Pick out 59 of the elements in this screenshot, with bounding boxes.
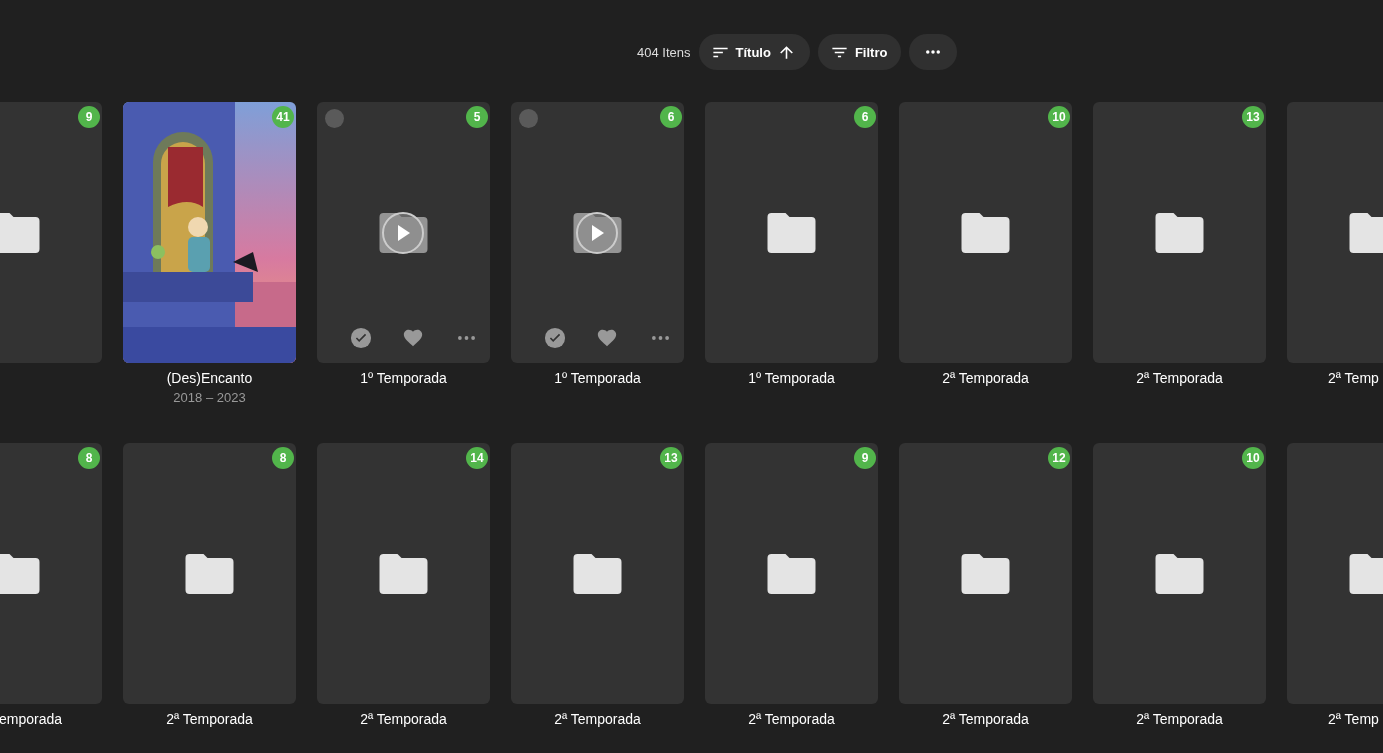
more-icon: [926, 50, 941, 54]
folder-icon: [1349, 212, 1383, 253]
count-badge: 13: [660, 447, 682, 469]
card-title[interactable]: 2ª Temp: [1328, 711, 1379, 727]
count-badge: 9: [854, 447, 876, 469]
more-button[interactable]: [909, 34, 958, 70]
card-title[interactable]: 1º Temporada: [748, 370, 835, 386]
item-count: 404 Itens: [637, 44, 691, 60]
folder-icon: [0, 553, 40, 594]
count-badge: 9: [78, 106, 100, 128]
heart-icon[interactable]: [596, 327, 618, 349]
checkmark-icon[interactable]: [544, 327, 566, 349]
select-checkbox[interactable]: [519, 109, 538, 128]
folder-icon: [767, 553, 816, 594]
card-title[interactable]: 2ª Temporada: [942, 711, 1029, 727]
count-badge: 6: [660, 106, 682, 128]
count-badge: 6: [854, 106, 876, 128]
folder-icon: [573, 553, 622, 594]
play-button[interactable]: [575, 211, 619, 255]
count-badge: 5: [466, 106, 488, 128]
card-title[interactable]: 1º Temporada: [360, 370, 447, 386]
more-icon[interactable]: [652, 336, 669, 340]
folder-icon: [961, 553, 1010, 594]
card-title[interactable]: 2ª Temp: [1328, 370, 1379, 386]
folder-icon: [1155, 212, 1204, 253]
count-badge: 10: [1242, 447, 1264, 469]
folder-icon: [573, 212, 622, 253]
count-badge: 8: [272, 447, 294, 469]
card-title[interactable]: 2ª Temporada: [1136, 370, 1223, 386]
folder-icon: [1349, 553, 1383, 594]
folder-icon: [961, 212, 1010, 253]
count-badge: 12: [1048, 447, 1070, 469]
count-badge: 8: [78, 447, 100, 469]
folder-icon: [379, 553, 428, 594]
card-title[interactable]: 2ª Temporada: [942, 370, 1029, 386]
folder-icon: [767, 212, 816, 253]
checkmark-icon[interactable]: [350, 327, 372, 349]
sort-button[interactable]: Título: [698, 34, 810, 70]
count-badge: 10: [1048, 106, 1070, 128]
card-title[interactable]: 2ª Temporada: [554, 711, 641, 727]
card-title[interactable]: (Des)Encanto: [166, 370, 253, 386]
card-title[interactable]: emporada: [0, 711, 62, 727]
card-title[interactable]: 2ª Temporada: [166, 711, 253, 727]
folder-icon: [185, 553, 234, 594]
more-icon[interactable]: [458, 336, 475, 340]
folder-icon: [379, 212, 428, 253]
heart-icon[interactable]: [402, 327, 424, 349]
year-range: 2018 – 2023: [173, 390, 246, 405]
folder-icon: [0, 212, 40, 253]
card-title[interactable]: 1º Temporada: [554, 370, 641, 386]
count-badge: 14: [466, 447, 488, 469]
card-title[interactable]: 2ª Temporada: [360, 711, 447, 727]
filter-button[interactable]: Filtro: [817, 34, 902, 70]
play-button[interactable]: [381, 211, 425, 255]
select-checkbox[interactable]: [325, 109, 344, 128]
count-badge: 13: [1242, 106, 1264, 128]
card-title[interactable]: 2ª Temporada: [1136, 711, 1223, 727]
card-title[interactable]: 2ª Temporada: [748, 711, 835, 727]
folder-icon: [1155, 553, 1204, 594]
